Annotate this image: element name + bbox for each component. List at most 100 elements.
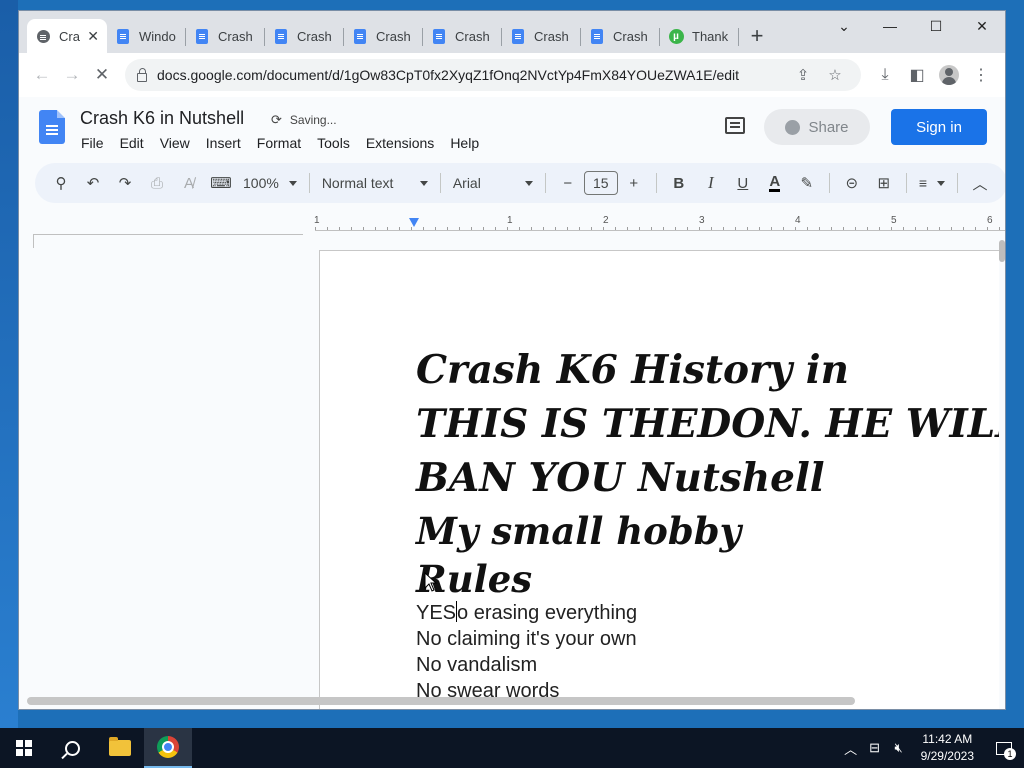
rule-text-before-cursor: YES [416, 602, 457, 624]
window-controls: ⌄ — ☐ ✕ [821, 11, 1005, 41]
ruler-number: 3 [699, 215, 705, 226]
browser-tab[interactable]: Crash K [344, 19, 423, 53]
taskbar: ︿ ⊟ 🔇︎ 11:42 AM 9/29/2023 1 [0, 728, 1024, 768]
heading-line: THIS IS THEDON. HE WILL [416, 401, 999, 447]
stop-loading-button[interactable]: ✕ [87, 60, 117, 90]
chevron-down-icon [524, 180, 533, 186]
profile-button[interactable] [933, 60, 965, 90]
share-button[interactable]: Share [764, 109, 870, 145]
text-color-icon[interactable]: A [759, 169, 791, 197]
menu-extensions[interactable]: Extensions [366, 135, 434, 151]
comments-icon[interactable] [725, 117, 745, 134]
docs-icon [35, 28, 51, 44]
tab-title: Cra [59, 28, 80, 44]
indent-marker[interactable] [409, 218, 419, 227]
share-page-icon[interactable]: ⇪ [787, 66, 819, 84]
tab-title: Crash K [218, 28, 257, 44]
menu-edit[interactable]: Edit [120, 135, 144, 151]
paint-format-icon[interactable]: ⌨ [205, 169, 237, 197]
docs-app: Crash K6 in Nutshell ⟳ Saving... File Ed… [19, 97, 1005, 709]
horizontal-scrollbar[interactable] [27, 697, 855, 705]
browser-tab[interactable]: Crash K [423, 19, 502, 53]
menu-insert[interactable]: Insert [206, 135, 241, 151]
font-size-input[interactable]: 15 [583, 171, 618, 195]
folder-icon [109, 737, 131, 756]
browser-tab[interactable]: Cra ✕ [27, 19, 107, 53]
decrease-font-size-icon[interactable]: − [552, 169, 584, 197]
browser-tab[interactable]: Windo [107, 19, 186, 53]
volume-muted-icon[interactable]: 🔇︎ [887, 740, 911, 756]
bookmark-star-icon[interactable]: ☆ [819, 66, 851, 84]
start-button[interactable] [0, 728, 48, 768]
browser-tab[interactable]: µ Thank [660, 19, 739, 53]
document-page[interactable]: Crash K6 History in THIS IS THEDON. HE W… [319, 250, 999, 709]
ruler-number: 5 [891, 215, 897, 226]
new-tab-button[interactable]: + [739, 19, 775, 53]
align-select[interactable]: ≡ [913, 175, 951, 191]
checklist-icon[interactable]: ☰ [996, 169, 1005, 197]
underline-icon[interactable]: U [727, 169, 759, 197]
tab-title: Crash K [376, 28, 415, 44]
docs-icon [431, 28, 447, 44]
system-tray: ︿ ⊟ 🔇︎ 11:42 AM 9/29/2023 1 [839, 728, 1024, 768]
ruler-divider [33, 234, 303, 235]
search-button[interactable] [48, 728, 96, 768]
browser-tab[interactable]: Crash K [581, 19, 660, 53]
docs-logo-icon[interactable] [39, 110, 65, 144]
spellcheck-icon[interactable]: A̸ [173, 169, 205, 197]
font-select[interactable]: Arial [447, 175, 539, 191]
sign-in-button[interactable]: Sign in [891, 109, 987, 145]
bold-icon[interactable]: B [663, 169, 695, 197]
forward-button[interactable]: → [57, 60, 87, 90]
close-tab-icon[interactable]: ✕ [87, 28, 99, 45]
zoom-select[interactable]: 100% [237, 175, 303, 191]
back-button[interactable]: ← [27, 60, 57, 90]
redo-icon[interactable]: ↷ [109, 169, 141, 197]
chrome-taskbar-button[interactable] [144, 728, 192, 768]
menu-format[interactable]: Format [257, 135, 301, 151]
add-comment-icon[interactable]: ⊞ [868, 169, 900, 197]
tab-title: Windo [139, 28, 176, 44]
tab-search-icon[interactable]: ⌄ [821, 11, 867, 41]
document-title[interactable]: Crash K6 in Nutshell [80, 108, 244, 129]
browser-tab[interactable]: Crash K [186, 19, 265, 53]
notification-center-button[interactable]: 1 [984, 728, 1024, 768]
download-icon[interactable]: ⤓ [869, 60, 901, 90]
menu-bar: File Edit View Insert Format Tools Exten… [81, 135, 495, 151]
print-icon[interactable]: ⎙ [141, 169, 173, 197]
increase-font-size-icon[interactable]: + [618, 169, 650, 197]
menu-tools[interactable]: Tools [317, 135, 350, 151]
address-bar[interactable]: docs.google.com/document/d/1gOw83CpT0fx2… [125, 59, 861, 91]
italic-icon[interactable]: I [695, 169, 727, 197]
chrome-menu-icon[interactable]: ⋮ [965, 60, 997, 90]
browser-window: Cra ✕ Windo Crash K Crash K Crash K Cras… [18, 10, 1006, 710]
lock-icon[interactable] [137, 67, 147, 82]
clock[interactable]: 11:42 AM 9/29/2023 [911, 731, 984, 765]
file-explorer-button[interactable] [96, 728, 144, 768]
highlight-icon[interactable]: ✎ [791, 169, 823, 197]
search-menus-icon[interactable]: ⚲ [45, 169, 77, 197]
insert-link-icon[interactable]: ⊝ [836, 169, 868, 197]
network-icon[interactable]: ⊟ [863, 740, 887, 756]
style-select[interactable]: Normal text [316, 175, 434, 191]
browser-tab[interactable]: Crash K [265, 19, 344, 53]
browser-toolbar: ← → ✕ docs.google.com/document/d/1gOw83C… [19, 53, 1005, 97]
close-window-button[interactable]: ✕ [959, 11, 1005, 41]
menu-file[interactable]: File [81, 135, 104, 151]
tab-title: Crash K [613, 28, 652, 44]
maximize-button[interactable]: ☐ [913, 11, 959, 41]
minimize-button[interactable]: — [867, 11, 913, 41]
menu-help[interactable]: Help [450, 135, 479, 151]
side-panel-icon[interactable]: ◧ [901, 60, 933, 90]
docs-icon [194, 28, 210, 44]
chevron-up-icon[interactable]: ︿ [839, 739, 863, 758]
browser-tab[interactable]: Crash K [502, 19, 581, 53]
zoom-value: 100% [243, 175, 279, 191]
chevron-up-icon[interactable]: ︿ [964, 169, 996, 197]
undo-icon[interactable]: ↶ [77, 169, 109, 197]
menu-view[interactable]: View [160, 135, 190, 151]
vertical-scrollbar[interactable] [999, 240, 1005, 262]
style-value: Normal text [321, 175, 394, 191]
chevron-down-icon [936, 180, 945, 186]
desktop-background [0, 0, 18, 728]
